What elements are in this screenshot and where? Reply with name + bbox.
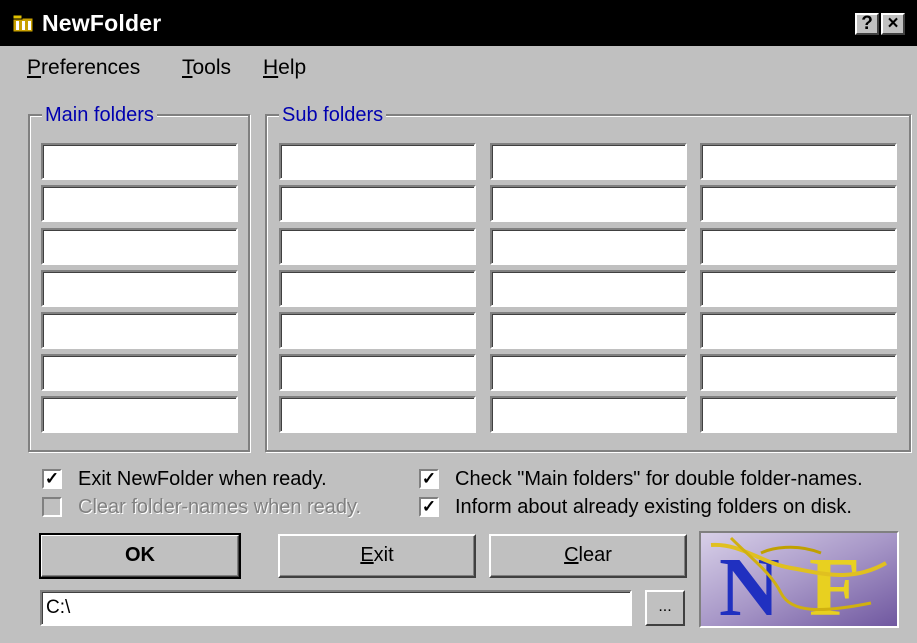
sub-folder-field[interactable]: [279, 185, 476, 222]
main-folder-field[interactable]: [41, 185, 238, 222]
menu-bar: Preferences Tools Help: [0, 46, 917, 90]
clear-button[interactable]: Clear: [489, 534, 687, 578]
help-button[interactable]: ?: [855, 13, 879, 35]
main-folder-field[interactable]: [41, 312, 238, 349]
sub-folder-field[interactable]: [700, 312, 897, 349]
check-double-label: Check "Main folders" for double folder-n…: [455, 468, 863, 490]
title-bar[interactable]: NewFolder ? ×: [0, 0, 917, 46]
check-double-checkbox[interactable]: ✓: [419, 469, 439, 489]
exit-when-ready-checkbox[interactable]: ✓: [42, 469, 62, 489]
logo-image: N F: [701, 533, 897, 626]
browse-button[interactable]: ...: [645, 590, 685, 626]
main-folder-field[interactable]: [41, 396, 238, 433]
sub-folder-field[interactable]: [490, 312, 687, 349]
sub-folders-label: Sub folders: [279, 103, 387, 127]
path-input[interactable]: [40, 590, 632, 626]
sub-folder-field[interactable]: [279, 354, 476, 391]
sub-folder-field[interactable]: [700, 270, 897, 307]
folder-icon: [12, 14, 34, 33]
sub-folder-field[interactable]: [279, 270, 476, 307]
sub-folder-field[interactable]: [490, 354, 687, 391]
exit-when-ready-label: Exit NewFolder when ready.: [78, 468, 327, 490]
sub-folder-field[interactable]: [700, 143, 897, 180]
clear-names-checkbox: [42, 497, 62, 517]
sub-folder-field[interactable]: [700, 185, 897, 222]
window-title: NewFolder: [42, 10, 162, 36]
exit-button[interactable]: Exit: [278, 534, 476, 578]
sub-folder-field[interactable]: [279, 312, 476, 349]
sub-folder-field[interactable]: [279, 228, 476, 265]
ok-button[interactable]: OK: [39, 533, 241, 579]
sub-folder-field[interactable]: [700, 396, 897, 433]
sub-folder-field[interactable]: [490, 143, 687, 180]
main-folder-field[interactable]: [41, 143, 238, 180]
main-folder-field[interactable]: [41, 270, 238, 307]
main-folder-field[interactable]: [41, 228, 238, 265]
close-button[interactable]: ×: [881, 13, 905, 35]
menu-tools[interactable]: Tools: [182, 56, 231, 80]
logo-letter-f: F: [809, 541, 860, 626]
main-folders-label: Main folders: [42, 103, 157, 127]
menu-preferences[interactable]: Preferences: [27, 56, 140, 80]
sub-folder-field[interactable]: [490, 396, 687, 433]
sub-folder-field[interactable]: [700, 354, 897, 391]
sub-folder-field[interactable]: [490, 185, 687, 222]
sub-folder-field[interactable]: [279, 396, 476, 433]
sub-folder-field[interactable]: [279, 143, 476, 180]
sub-folder-field[interactable]: [490, 228, 687, 265]
inform-existing-checkbox[interactable]: ✓: [419, 497, 439, 517]
inform-existing-label: Inform about already existing folders on…: [455, 496, 852, 518]
nf-logo: N F: [699, 531, 899, 628]
clear-names-label: Clear folder-names when ready.: [78, 496, 362, 518]
menu-help[interactable]: Help: [263, 56, 306, 80]
main-folder-field[interactable]: [41, 354, 238, 391]
sub-folder-field[interactable]: [490, 270, 687, 307]
sub-folder-field[interactable]: [700, 228, 897, 265]
